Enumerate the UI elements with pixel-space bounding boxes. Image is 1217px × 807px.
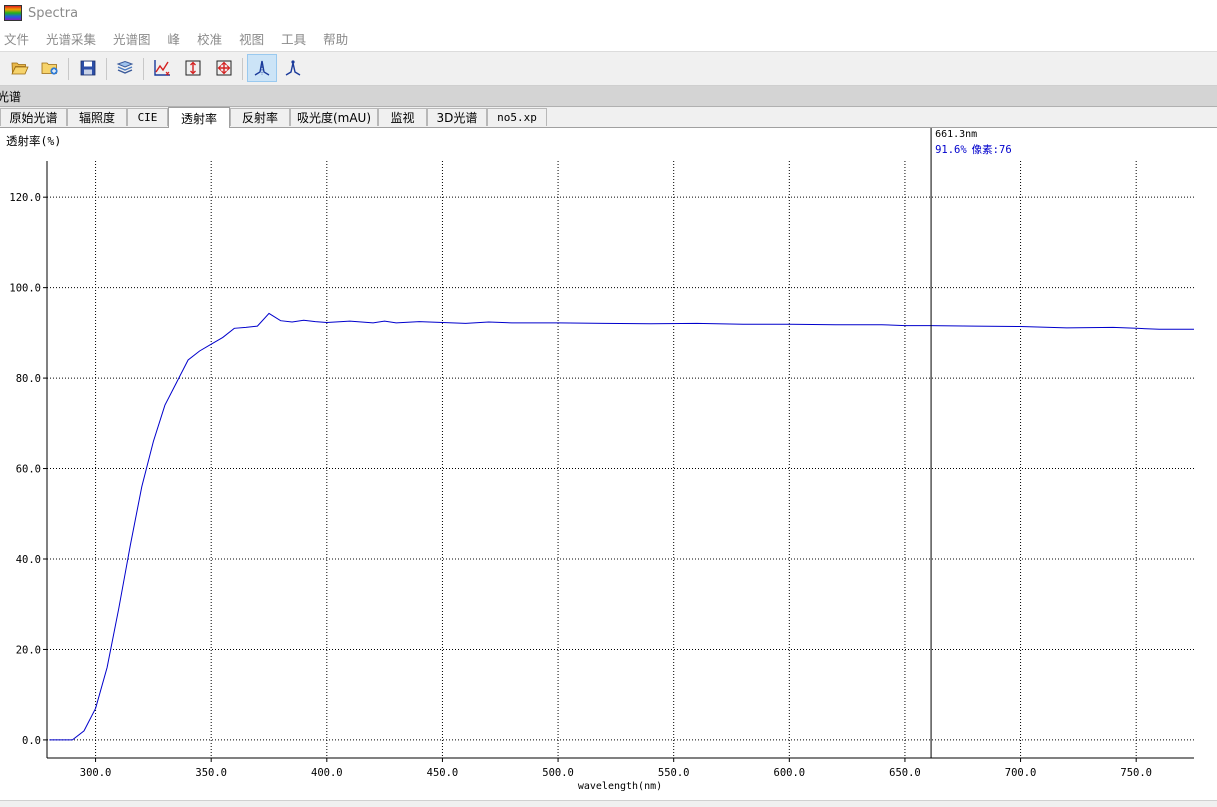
menu-tools[interactable]: 工具 [277,29,313,48]
tab-irradiance[interactable]: 辐照度 [67,108,127,126]
peak-label-button[interactable] [281,56,305,80]
tab-transmittance[interactable]: 透射率 [168,107,230,128]
y-tick-label: 20.0 [16,644,41,656]
menu-file[interactable]: 文件 [0,29,36,48]
x-tick-label: 700.0 [1005,767,1037,779]
tab-reflectance[interactable]: 反射率 [230,108,290,126]
axis-autoscale-button[interactable] [150,56,174,80]
tab-raw-spectrum[interactable]: 原始光谱 [0,108,67,126]
tab-file-no5[interactable]: no5.xp [487,108,547,126]
app-logo-icon [4,5,22,21]
x-tick-label: 750.0 [1120,767,1152,779]
x-tick-label: 600.0 [774,767,806,779]
x-tick-label: 650.0 [889,767,921,779]
series-line [49,312,1194,741]
x-tick-label: 300.0 [80,767,112,779]
title-bar: Spectra [0,0,1217,26]
menu-acquisition[interactable]: 光谱采集 [42,29,103,48]
zoom-fit-button[interactable] [212,56,236,80]
panel-title: 光谱 [0,89,22,104]
menu-view[interactable]: 视图 [235,29,271,48]
layers-button[interactable] [113,56,137,80]
cursor-readout-percent: 91.6% [935,144,967,156]
cursor-wavelength-label: 661.3nm [935,129,977,140]
x-tick-label: 550.0 [658,767,690,779]
vertical-scale-icon [185,60,201,76]
zoom-fit-icon [216,60,232,76]
peak-marker-button[interactable] [247,54,277,82]
y-axis-label: 透射率(%) [6,134,61,148]
panel-header: 光谱 [0,86,1217,107]
x-tick-label: 450.0 [427,767,459,779]
cursor-readout-pixel: 像素:76 [972,143,1012,156]
axis-autoscale-icon [154,60,170,76]
open-folder-icon [11,62,29,75]
tab-3d-spectrum[interactable]: 3D光谱 [427,108,487,126]
save-button[interactable] [76,56,100,80]
vertical-scale-button[interactable] [181,56,205,80]
new-folder-icon [41,62,58,75]
menu-peak[interactable]: 峰 [164,29,188,48]
peak-label-icon [285,60,301,76]
toolbar [0,51,1217,86]
y-tick-label: 40.0 [16,554,41,566]
menu-spectrum-chart[interactable]: 光谱图 [109,29,158,48]
x-tick-label: 350.0 [195,767,227,779]
y-tick-label: 120.0 [9,192,41,204]
window-title: Spectra [28,5,79,21]
tab-cie[interactable]: CIE [127,108,168,126]
x-axis-label: wavelength(nm) [578,781,662,792]
layers-icon [116,60,134,74]
x-tick-label: 500.0 [542,767,574,779]
new-folder-button[interactable] [38,56,62,80]
transmittance-chart[interactable]: 300.0 350.0 400.0 450.0 500.0 550.0 600.0 650.0… [0,128,1217,800]
tab-bar: 原始光谱 辐照度 CIE 透射率 反射率 吸光度(mAU) 监视 3D光谱 no… [0,107,1217,128]
y-tick-label: 0.0 [22,735,41,747]
open-file-button[interactable] [8,56,32,80]
x-tick-label: 400.0 [311,767,343,779]
peak-marker-icon [254,60,270,76]
y-tick-label: 100.0 [9,283,41,295]
save-icon [80,60,96,76]
tab-absorbance[interactable]: 吸光度(mAU) [290,108,378,126]
y-tick-label: 80.0 [16,373,41,385]
y-tick-label: 60.0 [16,464,41,476]
menu-bar: 文件 光谱采集 光谱图 峰 校准 视图 工具 帮助 [0,27,1217,49]
cursor-readout-value: 91.6% 像素:76 [935,143,1012,156]
tab-monitor[interactable]: 监视 [378,108,427,126]
menu-calibration[interactable]: 校准 [193,29,229,48]
plot-area[interactable]: 300.0 350.0 400.0 450.0 500.0 550.0 600.0 650.0… [0,128,1217,800]
menu-help[interactable]: 帮助 [319,29,355,48]
